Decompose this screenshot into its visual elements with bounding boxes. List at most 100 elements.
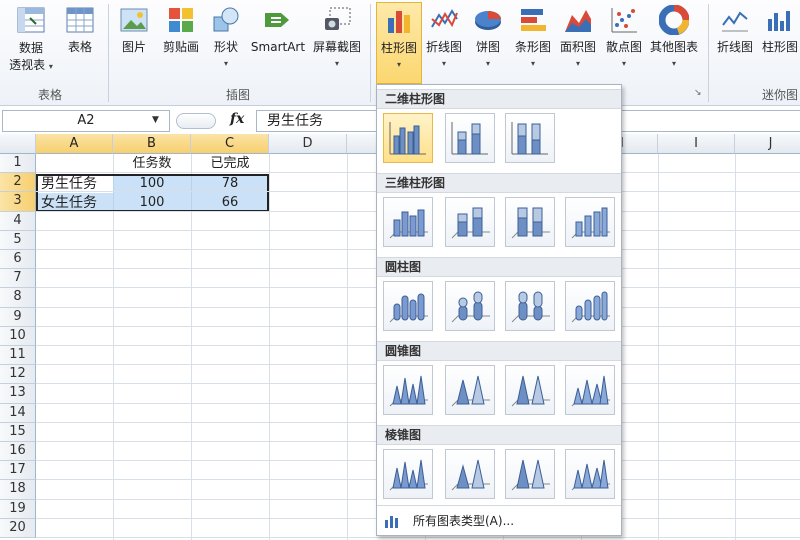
bar-chart-button[interactable]: 条形图 ▾ — [510, 2, 556, 86]
bar-chart-icon — [517, 4, 549, 36]
chart-dialog-launcher-icon[interactable]: ↘ — [694, 88, 702, 98]
clipart-button[interactable]: 剪贴画 — [158, 2, 204, 86]
row-header[interactable]: 7 — [0, 269, 36, 289]
column-chart-button[interactable]: 柱形图 ▾ — [376, 2, 422, 84]
area-chart-label: 面积图 — [559, 40, 596, 54]
row-header[interactable]: 10 — [0, 326, 36, 346]
clustered-cylinder-option[interactable] — [383, 281, 433, 331]
sparkline-line-label: 折线图 — [716, 40, 753, 54]
row-header[interactable]: 20 — [0, 518, 36, 538]
all-chart-types-link[interactable]: 所有图表类型(A)... — [377, 505, 621, 535]
pivot-label-2: 透视表 — [9, 58, 46, 72]
column-header-b[interactable]: B — [113, 134, 191, 154]
name-box[interactable]: A2 — [2, 110, 170, 132]
cell-b3[interactable]: 100 — [113, 194, 191, 212]
section-2d-column: 二维柱形图 — [377, 89, 621, 109]
3d-cone-option[interactable] — [565, 365, 615, 415]
screenshot-icon — [321, 4, 353, 36]
percent-cone-option[interactable] — [505, 365, 555, 415]
clustered-cone-option[interactable] — [383, 365, 433, 415]
column-header-c[interactable]: C — [191, 134, 269, 154]
row-header[interactable]: 13 — [0, 384, 36, 404]
3d-cylinder-option[interactable] — [565, 281, 615, 331]
row-header[interactable]: 15 — [0, 422, 36, 442]
row-header[interactable]: 18 — [0, 480, 36, 500]
row-header[interactable]: 5 — [0, 230, 36, 250]
clustered-column-option[interactable] — [383, 113, 433, 163]
percent-cylinder-option[interactable] — [505, 281, 555, 331]
row-header[interactable]: 19 — [0, 499, 36, 519]
area-chart-button[interactable]: 面积图 ▾ — [556, 2, 600, 86]
percent-pyramid-option[interactable] — [505, 449, 555, 499]
scatter-chart-button[interactable]: 散点图 ▾ — [602, 2, 646, 86]
sparkline-line-button[interactable]: 折线图 — [712, 2, 758, 86]
3d-pyramid-option[interactable] — [565, 449, 615, 499]
row-header[interactable]: 12 — [0, 365, 36, 385]
3d-clustered-column-option[interactable] — [383, 197, 433, 247]
select-all-corner[interactable] — [0, 134, 36, 154]
smartart-label: SmartArt — [250, 40, 306, 54]
row-header[interactable]: 6 — [0, 250, 36, 270]
picture-button[interactable]: 图片 — [112, 2, 156, 86]
formula-bar-resize-handle[interactable] — [176, 113, 216, 129]
name-box-dropdown-icon[interactable]: ▼ — [152, 110, 159, 130]
pivot-table-button[interactable]: 数据 透视表 ▾ — [4, 2, 58, 86]
shapes-label: 形状 — [213, 40, 238, 54]
stacked-cylinder-option[interactable] — [445, 281, 495, 331]
row-header[interactable]: 3 — [0, 192, 36, 212]
ribbon-separator — [370, 4, 371, 102]
cell-c3[interactable]: 66 — [191, 194, 269, 212]
3d-stacked-column-option[interactable] — [445, 197, 495, 247]
3d-column-icon — [571, 207, 610, 239]
insert-function-icon[interactable]: fx — [230, 111, 244, 127]
sparkline-line-icon — [719, 4, 751, 36]
other-charts-button[interactable]: 其他图表 ▾ — [646, 2, 702, 86]
shapes-button[interactable]: 形状 ▾ — [206, 2, 246, 86]
cell-a2[interactable]: 男生任务 — [41, 175, 113, 193]
screenshot-label: 屏幕截图 — [312, 40, 361, 54]
cell-b1[interactable]: 任务数 — [113, 155, 191, 173]
row-header[interactable]: 16 — [0, 442, 36, 462]
area-chart-icon — [562, 4, 594, 36]
grid-line — [347, 154, 348, 540]
percent-stacked-column-option[interactable] — [505, 113, 555, 163]
screenshot-button[interactable]: 屏幕截图 ▾ — [308, 2, 366, 86]
row-header[interactable]: 4 — [0, 211, 36, 231]
stacked-cone-option[interactable] — [445, 365, 495, 415]
bar-chart-caret: ▾ — [530, 59, 535, 68]
row-header[interactable]: 1 — [0, 154, 36, 174]
cell-b2[interactable]: 100 — [113, 175, 191, 193]
row-header[interactable]: 8 — [0, 288, 36, 308]
3d-percent-column-option[interactable] — [505, 197, 555, 247]
cell-a3[interactable]: 女生任务 — [41, 194, 113, 212]
picture-label: 图片 — [121, 40, 146, 54]
column-header-j[interactable]: J — [735, 134, 800, 154]
row-header[interactable]: 11 — [0, 346, 36, 366]
row-header[interactable]: 17 — [0, 461, 36, 481]
row-header[interactable]: 14 — [0, 403, 36, 423]
column-header-i[interactable]: I — [658, 134, 735, 154]
smartart-button[interactable]: SmartArt — [248, 2, 308, 86]
sparkline-column-label: 柱形图 — [761, 40, 798, 54]
column-header-a[interactable]: A — [36, 134, 113, 154]
grid-line — [269, 154, 270, 540]
clustered-pyramid-option[interactable] — [383, 449, 433, 499]
sparkline-column-button[interactable]: 柱形图 — [758, 2, 800, 86]
cell-c1[interactable]: 已完成 — [191, 155, 269, 173]
column-header-d[interactable]: D — [269, 134, 347, 154]
3d-column-option[interactable] — [565, 197, 615, 247]
donut-chart-icon — [658, 4, 690, 36]
row-header[interactable]: 2 — [0, 173, 36, 193]
cell-c2[interactable]: 78 — [191, 175, 269, 193]
shapes-caret: ▾ — [223, 59, 228, 68]
line-chart-button[interactable]: 折线图 ▾ — [422, 2, 466, 86]
pie-chart-button[interactable]: 饼图 ▾ — [468, 2, 508, 86]
row-header[interactable]: 9 — [0, 307, 36, 327]
stacked-column-option[interactable] — [445, 113, 495, 163]
grid-line — [735, 154, 736, 540]
other-charts-label: 其他图表 — [649, 40, 698, 54]
section-pyramid: 棱锥图 — [377, 425, 621, 445]
table-button[interactable]: 表格 — [58, 2, 102, 86]
ribbon-separator — [108, 4, 109, 102]
stacked-pyramid-option[interactable] — [445, 449, 495, 499]
